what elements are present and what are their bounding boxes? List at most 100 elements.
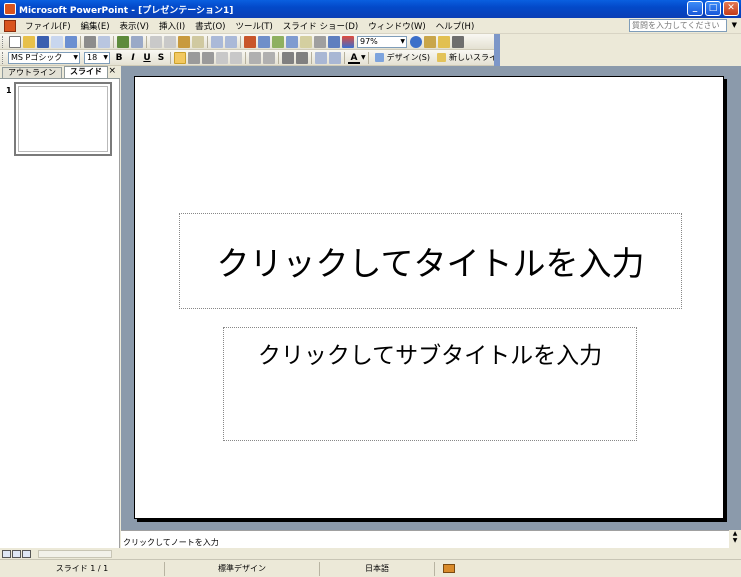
window-title: Microsoft PowerPoint - [プレゼンテーション1] (19, 5, 234, 16)
standard-toolbar: 97% ▼ (0, 34, 500, 50)
notes-pane[interactable]: クリックしてノートを入力 (121, 530, 741, 548)
spelling-status-icon (443, 564, 455, 573)
slide-number: 1 (6, 86, 12, 95)
maximize-button[interactable]: □ (705, 1, 721, 16)
title-placeholder-text: クリックしてタイトルを入力 (216, 244, 645, 283)
ask-question-input[interactable]: 質問を入力してください (629, 19, 727, 32)
new-icon[interactable] (9, 35, 21, 48)
decrease-indent-icon[interactable] (315, 51, 327, 64)
slide-edit-area: クリックしてタイトルを入力 クリックしてサブタイトルを入力 (121, 66, 741, 530)
folder-icon[interactable] (438, 35, 450, 48)
slideshow-view-icon[interactable] (22, 549, 31, 558)
toolbar-grip[interactable] (2, 51, 3, 64)
toolbar-area (500, 34, 741, 66)
email-icon[interactable] (65, 35, 77, 48)
distribute-icon[interactable] (216, 51, 228, 64)
help-icon[interactable] (410, 35, 422, 48)
notes-placeholder-text: クリックしてノートを入力 (123, 538, 219, 547)
menu-tools[interactable]: ツール(T) (230, 20, 277, 32)
color-grayscale-icon[interactable] (342, 35, 354, 48)
slides-pane: アウトライン スライド × 1 (0, 66, 120, 548)
permission-icon[interactable] (51, 35, 63, 48)
subtitle-placeholder-text: クリックしてサブタイトルを入力 (257, 343, 603, 369)
close-icon[interactable]: × (108, 66, 116, 76)
font-name-select[interactable]: MS Pゴシック ▼ (8, 51, 80, 64)
close-button[interactable]: ✕ (723, 1, 739, 16)
format-painter-icon[interactable] (192, 35, 204, 48)
research-icon[interactable] (131, 35, 143, 48)
vertical-text-icon[interactable] (230, 51, 242, 64)
align-right-icon[interactable] (202, 51, 214, 64)
menu-help[interactable]: ヘルプ(H) (431, 20, 480, 32)
open-icon[interactable] (23, 35, 35, 48)
slide-canvas[interactable]: クリックしてタイトルを入力 クリックしてサブタイトルを入力 (134, 76, 724, 519)
chevron-down-icon[interactable]: ▼ (361, 54, 366, 61)
insert-diagram-icon[interactable] (286, 35, 298, 48)
align-left-icon[interactable] (174, 51, 186, 64)
menu-insert[interactable]: 挿入(I) (154, 20, 190, 32)
view-buttons (0, 548, 121, 559)
chevron-down-icon[interactable]: ▼ (732, 21, 737, 29)
expand-all-icon[interactable] (300, 35, 312, 48)
align-center-icon[interactable] (188, 51, 200, 64)
zoom-select[interactable]: 97% ▼ (357, 35, 407, 48)
menu-edit[interactable]: 編集(E) (76, 20, 115, 32)
notes-scrollbar[interactable]: ▲ ▼ (729, 530, 741, 559)
status-language: 日本語 (320, 561, 435, 576)
paste-icon[interactable] (178, 35, 190, 48)
italic-button[interactable]: I (127, 52, 139, 64)
slide-sorter-view-icon[interactable] (12, 549, 21, 558)
pane-tabs: アウトライン スライド × (0, 66, 120, 79)
title-bar: Microsoft PowerPoint - [プレゼンテーション1] _ □ … (0, 0, 741, 18)
bullets-icon[interactable] (263, 51, 275, 64)
spelling-icon[interactable] (117, 35, 129, 48)
formatting-toolbar: MS Pゴシック ▼ 18 ▼ B I U S A ▼ デザイン(S) 新しいスライ… (0, 50, 517, 66)
print-preview-icon[interactable] (98, 35, 110, 48)
print-icon[interactable] (84, 35, 96, 48)
increase-font-icon[interactable] (282, 51, 294, 64)
menu-bar: ファイル(F) 編集(E) 表示(V) 挿入(I) 書式(O) ツール(T) ス… (0, 18, 741, 34)
design-button[interactable]: デザイン(S) (371, 52, 433, 63)
tables-borders-icon[interactable] (272, 35, 284, 48)
show-grid-icon[interactable] (328, 35, 340, 48)
powerpoint-app-icon[interactable] (4, 3, 16, 15)
undo-icon[interactable] (211, 35, 223, 48)
slide-thumbnail[interactable] (14, 82, 112, 156)
numbering-icon[interactable] (249, 51, 261, 64)
status-bar: スライド 1 / 1 標準デザイン 日本語 (0, 559, 741, 577)
copy-icon[interactable] (164, 35, 176, 48)
menu-file[interactable]: ファイル(F) (20, 20, 76, 32)
menu-format[interactable]: 書式(O) (190, 20, 230, 32)
underline-button[interactable]: U (141, 52, 153, 64)
document-icon[interactable] (4, 19, 16, 32)
insert-table-icon[interactable] (258, 35, 270, 48)
save-icon[interactable] (37, 35, 49, 48)
shadow-button[interactable]: S (155, 52, 167, 64)
redo-icon[interactable] (225, 35, 237, 48)
binoculars-icon[interactable] (452, 35, 464, 48)
bold-button[interactable]: B (113, 52, 125, 64)
title-placeholder[interactable]: クリックしてタイトルを入力 (179, 213, 682, 309)
status-slide-position: スライド 1 / 1 (0, 561, 165, 576)
tab-slides[interactable]: スライド (64, 66, 108, 78)
zoom-magnifier-icon[interactable] (424, 35, 436, 48)
tab-outline[interactable]: アウトライン (2, 67, 62, 78)
minimize-button[interactable]: _ (687, 1, 703, 16)
menu-window[interactable]: ウィンドウ(W) (363, 20, 431, 32)
toolbar-grip[interactable] (2, 35, 5, 48)
menu-view[interactable]: 表示(V) (115, 20, 154, 32)
insert-chart-icon[interactable] (244, 35, 256, 48)
show-formatting-icon[interactable] (314, 35, 326, 48)
horizontal-scrollbar[interactable] (38, 549, 112, 558)
normal-view-icon[interactable] (2, 549, 11, 558)
increase-indent-icon[interactable] (329, 51, 341, 64)
font-size-select[interactable]: 18 ▼ (84, 51, 110, 64)
new-slide-icon (436, 53, 446, 62)
cut-icon[interactable] (150, 35, 162, 48)
subtitle-placeholder[interactable]: クリックしてサブタイトルを入力 (223, 327, 637, 441)
status-design: 標準デザイン (165, 561, 320, 576)
font-color-button[interactable]: A (348, 52, 360, 64)
menu-slideshow[interactable]: スライド ショー(D) (278, 20, 363, 32)
decrease-font-icon[interactable] (296, 51, 308, 64)
design-icon (374, 53, 384, 62)
